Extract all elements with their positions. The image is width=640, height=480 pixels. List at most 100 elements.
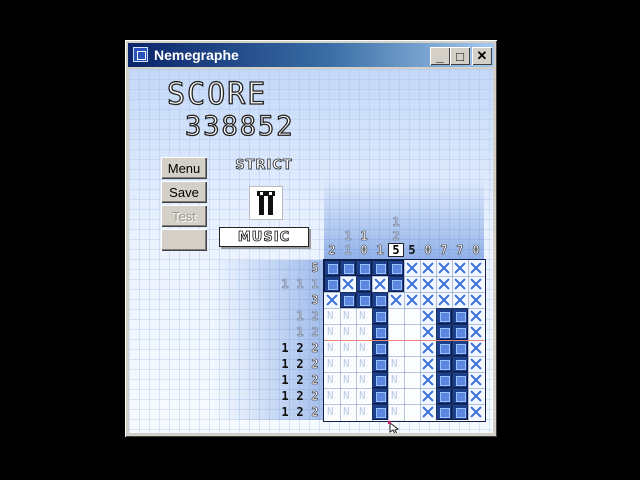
grid-cell[interactable] bbox=[340, 292, 356, 308]
grid-cell[interactable] bbox=[372, 260, 388, 276]
grid-cell[interactable] bbox=[420, 356, 436, 372]
grid-cell[interactable] bbox=[468, 292, 484, 308]
title-bar[interactable]: Nemegraphe _ □ ✕ bbox=[128, 43, 494, 67]
grid-cell[interactable] bbox=[356, 324, 372, 340]
grid-cell[interactable] bbox=[404, 276, 420, 292]
grid-cell[interactable] bbox=[452, 404, 468, 420]
fill-tool-icon[interactable] bbox=[249, 186, 283, 220]
grid-cell[interactable] bbox=[340, 340, 356, 356]
grid-cell[interactable] bbox=[452, 276, 468, 292]
grid-cell[interactable] bbox=[388, 404, 404, 420]
grid-cell[interactable] bbox=[340, 324, 356, 340]
grid-cell[interactable] bbox=[468, 260, 484, 276]
strict-mode-toggle[interactable]: STRICT bbox=[229, 156, 299, 174]
grid-cell[interactable] bbox=[468, 324, 484, 340]
grid-cell[interactable] bbox=[356, 308, 372, 324]
grid-cell[interactable] bbox=[372, 388, 388, 404]
grid-cell[interactable] bbox=[340, 388, 356, 404]
maximize-button[interactable]: □ bbox=[450, 47, 470, 65]
grid-cell[interactable] bbox=[452, 372, 468, 388]
grid-cell[interactable] bbox=[324, 260, 340, 276]
grid-cell[interactable] bbox=[356, 356, 372, 372]
grid-cell[interactable] bbox=[404, 308, 420, 324]
grid-cell[interactable] bbox=[372, 372, 388, 388]
grid-cell[interactable] bbox=[468, 404, 484, 420]
grid-cell[interactable] bbox=[324, 308, 340, 324]
grid-cell[interactable] bbox=[420, 324, 436, 340]
grid-cell[interactable] bbox=[340, 372, 356, 388]
grid-cell[interactable] bbox=[452, 356, 468, 372]
grid-cell[interactable] bbox=[324, 356, 340, 372]
grid-cell[interactable] bbox=[372, 356, 388, 372]
grid-cell[interactable] bbox=[340, 308, 356, 324]
blank-button[interactable] bbox=[161, 229, 207, 251]
grid-cell[interactable] bbox=[420, 372, 436, 388]
grid-cell[interactable] bbox=[340, 276, 356, 292]
grid-cell[interactable] bbox=[452, 292, 468, 308]
grid-cell[interactable] bbox=[404, 340, 420, 356]
grid-cell[interactable] bbox=[468, 356, 484, 372]
grid-cell[interactable] bbox=[420, 292, 436, 308]
grid-cell[interactable] bbox=[388, 292, 404, 308]
grid-cell[interactable] bbox=[372, 340, 388, 356]
grid-cell[interactable] bbox=[388, 308, 404, 324]
grid-cell[interactable] bbox=[404, 404, 420, 420]
grid-cell[interactable] bbox=[436, 340, 452, 356]
grid-cell[interactable] bbox=[420, 388, 436, 404]
grid-cell[interactable] bbox=[468, 276, 484, 292]
grid-cell[interactable] bbox=[468, 340, 484, 356]
grid-cell[interactable] bbox=[324, 292, 340, 308]
grid-cell[interactable] bbox=[356, 276, 372, 292]
grid-cell[interactable] bbox=[452, 340, 468, 356]
grid-cell[interactable] bbox=[324, 324, 340, 340]
grid-cell[interactable] bbox=[420, 276, 436, 292]
grid-cell[interactable] bbox=[372, 324, 388, 340]
grid-cell[interactable] bbox=[388, 324, 404, 340]
grid-cell[interactable] bbox=[372, 276, 388, 292]
grid-cell[interactable] bbox=[340, 260, 356, 276]
grid-cell[interactable] bbox=[356, 292, 372, 308]
grid-cell[interactable] bbox=[436, 308, 452, 324]
grid-cell[interactable] bbox=[420, 404, 436, 420]
grid-cell[interactable] bbox=[324, 276, 340, 292]
grid-cell[interactable] bbox=[372, 404, 388, 420]
grid-cell[interactable] bbox=[388, 340, 404, 356]
grid-cell[interactable] bbox=[436, 292, 452, 308]
music-toggle[interactable]: MUSIC bbox=[219, 227, 309, 247]
save-button[interactable]: Save bbox=[161, 181, 207, 203]
grid-cell[interactable] bbox=[388, 260, 404, 276]
grid-cell[interactable] bbox=[324, 404, 340, 420]
grid-cell[interactable] bbox=[324, 388, 340, 404]
grid-cell[interactable] bbox=[468, 388, 484, 404]
grid-cell[interactable] bbox=[404, 292, 420, 308]
grid-cell[interactable] bbox=[436, 276, 452, 292]
grid-cell[interactable] bbox=[356, 260, 372, 276]
puzzle-grid[interactable] bbox=[323, 259, 486, 422]
grid-cell[interactable] bbox=[324, 340, 340, 356]
grid-cell[interactable] bbox=[436, 372, 452, 388]
grid-cell[interactable] bbox=[404, 388, 420, 404]
grid-cell[interactable] bbox=[420, 260, 436, 276]
grid-cell[interactable] bbox=[372, 292, 388, 308]
grid-cell[interactable] bbox=[436, 324, 452, 340]
grid-cell[interactable] bbox=[388, 372, 404, 388]
grid-cell[interactable] bbox=[420, 340, 436, 356]
grid-cell[interactable] bbox=[404, 324, 420, 340]
grid-cell[interactable] bbox=[356, 340, 372, 356]
grid-cell[interactable] bbox=[356, 388, 372, 404]
grid-cell[interactable] bbox=[356, 372, 372, 388]
grid-cell[interactable] bbox=[468, 308, 484, 324]
grid-cell[interactable] bbox=[404, 372, 420, 388]
grid-cell[interactable] bbox=[340, 356, 356, 372]
grid-cell[interactable] bbox=[324, 372, 340, 388]
grid-cell[interactable] bbox=[356, 404, 372, 420]
grid-cell[interactable] bbox=[388, 388, 404, 404]
close-button[interactable]: ✕ bbox=[472, 47, 492, 65]
grid-cell[interactable] bbox=[452, 260, 468, 276]
grid-cell[interactable] bbox=[452, 324, 468, 340]
grid-cell[interactable] bbox=[436, 388, 452, 404]
grid-cell[interactable] bbox=[452, 388, 468, 404]
grid-cell[interactable] bbox=[404, 260, 420, 276]
grid-cell[interactable] bbox=[404, 356, 420, 372]
grid-cell[interactable] bbox=[388, 276, 404, 292]
